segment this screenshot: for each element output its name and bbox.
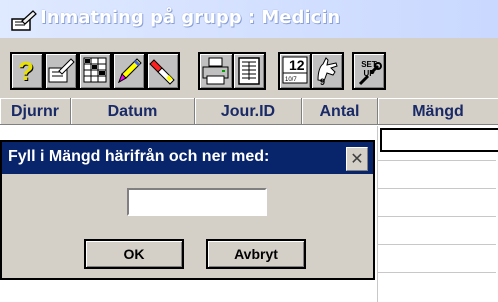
column-header-jour-id[interactable]: Jour.ID: [195, 98, 302, 125]
selected-cell-mangd[interactable]: [380, 128, 498, 152]
main-window: Inmatning på grupp : Medicin ? ? 12 10/7…: [0, 0, 498, 302]
flashlight-button[interactable]: [146, 52, 180, 90]
document-icon: [238, 57, 260, 85]
flashlight-icon: [149, 59, 175, 85]
svg-text:?: ?: [18, 56, 34, 86]
pencil-icon: [118, 58, 142, 84]
row-divider: [378, 272, 496, 273]
calendar-icon: 12 10/7: [282, 56, 308, 84]
printer-icon: [202, 57, 229, 85]
ok-button[interactable]: OK: [84, 239, 184, 269]
calendar-day: 12: [289, 57, 305, 73]
dialog-title-bar: Fyll i Mängd härifrån och ner med: ✕: [2, 142, 373, 174]
toolbar: ? ? 12 10/7 9 SET UP: [0, 38, 498, 98]
grid-column-divider: [377, 126, 378, 302]
setup-icon: SET UP: [358, 60, 382, 86]
edit-icon: [48, 58, 75, 83]
row-divider: [378, 160, 496, 161]
setup-button[interactable]: SET UP: [352, 52, 386, 90]
grid-button[interactable]: [78, 52, 112, 90]
document-button[interactable]: [232, 52, 266, 90]
edit-button[interactable]: [44, 52, 78, 90]
title-bar: Inmatning på grupp : Medicin: [0, 0, 498, 38]
dialog-title: Fyll i Mängd härifrån och ner med:: [8, 148, 270, 165]
cancel-button[interactable]: Avbryt: [206, 239, 306, 269]
fill-down-dialog: Fyll i Mängd härifrån och ner med: ✕ OK …: [0, 140, 375, 280]
column-header-antal[interactable]: Antal: [302, 98, 378, 125]
svg-text:10/7: 10/7: [285, 77, 297, 83]
help-button[interactable]: ? ?: [10, 52, 44, 90]
hand-button[interactable]: 9: [310, 52, 344, 90]
row-divider: [378, 188, 496, 189]
pencil-button[interactable]: [112, 52, 146, 90]
column-header-djurnr[interactable]: Djurnr: [0, 98, 71, 125]
grid-icon: [83, 57, 107, 83]
calendar-button[interactable]: 12 10/7: [278, 52, 312, 90]
window-title: Inmatning på grupp : Medicin: [40, 7, 341, 28]
close-icon[interactable]: ✕: [346, 147, 368, 171]
app-icon: [11, 10, 37, 31]
hand-icon: 9: [317, 57, 338, 87]
grid-header: Djurnr Datum Jour.ID Antal Mängd: [0, 98, 498, 126]
column-header-mangd[interactable]: Mängd: [378, 98, 498, 125]
row-divider: [378, 216, 496, 217]
svg-text:9: 9: [320, 77, 325, 87]
help-icon: ? ?: [18, 56, 35, 87]
row-divider: [378, 244, 496, 245]
column-header-datum[interactable]: Datum: [71, 98, 195, 125]
print-button[interactable]: [198, 52, 234, 90]
fill-value-input[interactable]: [127, 188, 267, 216]
